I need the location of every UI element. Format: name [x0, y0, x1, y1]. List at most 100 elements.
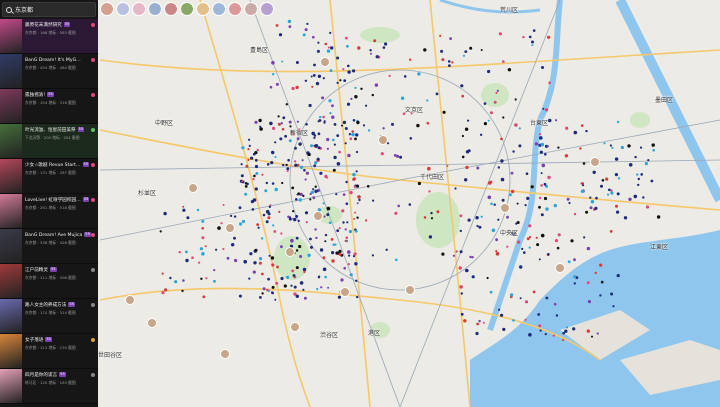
location-marker[interactable] — [201, 219, 205, 223]
location-marker[interactable] — [295, 61, 299, 64]
location-marker[interactable] — [506, 245, 509, 248]
scene-thumbnail-pin[interactable] — [340, 287, 350, 297]
location-marker[interactable] — [329, 31, 332, 34]
location-marker[interactable] — [568, 201, 571, 205]
location-marker[interactable] — [328, 221, 332, 225]
location-marker[interactable] — [272, 126, 276, 130]
location-marker[interactable] — [292, 210, 295, 213]
location-marker[interactable] — [417, 181, 421, 186]
location-marker[interactable] — [317, 132, 321, 136]
location-marker[interactable] — [293, 285, 297, 289]
location-marker[interactable] — [294, 146, 297, 150]
list-item[interactable]: BanG Dream! Ave Mujica 55 东京都 · 336 地标 · 4… — [0, 229, 98, 264]
location-marker[interactable] — [238, 206, 242, 210]
location-marker[interactable] — [428, 235, 433, 239]
location-marker[interactable] — [409, 58, 412, 61]
location-marker[interactable] — [580, 189, 585, 193]
location-marker[interactable] — [254, 187, 258, 191]
location-marker[interactable] — [245, 164, 249, 168]
anime-avatar[interactable] — [260, 2, 274, 16]
location-marker[interactable] — [299, 255, 303, 258]
location-marker[interactable] — [230, 214, 233, 217]
location-marker[interactable] — [314, 228, 317, 231]
location-marker[interactable] — [247, 158, 250, 161]
location-marker[interactable] — [565, 326, 569, 329]
location-marker[interactable] — [346, 44, 349, 48]
location-marker[interactable] — [204, 245, 207, 248]
location-marker[interactable] — [349, 273, 353, 277]
location-marker[interactable] — [447, 60, 451, 63]
location-marker[interactable] — [371, 254, 374, 257]
scene-thumbnail-pin[interactable] — [225, 223, 235, 233]
location-marker[interactable] — [286, 167, 290, 171]
location-marker[interactable] — [163, 211, 167, 216]
location-marker[interactable] — [553, 302, 557, 306]
location-marker[interactable] — [352, 172, 356, 177]
location-marker[interactable] — [366, 185, 370, 188]
location-marker[interactable] — [268, 254, 271, 257]
location-marker[interactable] — [182, 279, 185, 282]
location-marker[interactable] — [633, 194, 638, 199]
location-marker[interactable] — [478, 319, 481, 323]
location-marker[interactable] — [347, 250, 351, 254]
location-marker[interactable] — [523, 251, 526, 254]
location-marker[interactable] — [573, 130, 578, 135]
location-marker[interactable] — [464, 50, 468, 53]
location-marker[interactable] — [528, 35, 532, 39]
location-marker[interactable] — [555, 314, 559, 317]
location-marker[interactable] — [459, 250, 463, 254]
location-marker[interactable] — [326, 137, 330, 142]
anime-avatar[interactable] — [100, 2, 114, 16]
location-marker[interactable] — [348, 229, 352, 234]
location-marker[interactable] — [544, 153, 547, 156]
location-marker[interactable] — [342, 221, 345, 224]
location-marker[interactable] — [519, 297, 522, 300]
location-marker[interactable] — [521, 247, 524, 250]
location-marker[interactable] — [581, 182, 585, 185]
location-marker[interactable] — [534, 142, 539, 146]
location-marker[interactable] — [291, 86, 295, 91]
location-marker[interactable] — [388, 74, 391, 77]
location-marker[interactable] — [441, 58, 445, 62]
anime-avatar[interactable] — [148, 2, 162, 16]
location-marker[interactable] — [617, 177, 621, 180]
location-marker[interactable] — [346, 102, 351, 106]
location-marker[interactable] — [355, 279, 358, 282]
location-marker[interactable] — [458, 266, 462, 270]
location-marker[interactable] — [483, 122, 487, 126]
location-marker[interactable] — [169, 276, 172, 280]
location-marker[interactable] — [299, 281, 304, 285]
location-marker[interactable] — [260, 237, 264, 240]
list-item[interactable]: 叶光流溢、恒星前田美祭 55 下北沢等 · 200 地标 · 254 截图 — [0, 124, 98, 159]
location-marker[interactable] — [202, 295, 206, 299]
location-marker[interactable] — [164, 288, 168, 292]
scene-thumbnail-pin[interactable] — [555, 263, 565, 273]
location-marker[interactable] — [348, 133, 352, 136]
location-marker[interactable] — [528, 333, 532, 337]
location-marker[interactable] — [256, 223, 259, 227]
location-marker[interactable] — [312, 74, 316, 77]
location-marker[interactable] — [349, 190, 353, 195]
location-marker[interactable] — [347, 64, 350, 68]
location-marker[interactable] — [480, 215, 483, 218]
scene-thumbnail-pin[interactable] — [320, 57, 330, 67]
location-marker[interactable] — [349, 137, 353, 141]
location-marker[interactable] — [336, 81, 339, 84]
location-marker[interactable] — [614, 173, 619, 177]
location-marker[interactable] — [356, 120, 360, 125]
location-marker[interactable] — [323, 215, 326, 218]
location-marker[interactable] — [200, 277, 203, 280]
location-marker[interactable] — [451, 61, 454, 64]
location-marker[interactable] — [332, 138, 335, 142]
location-marker[interactable] — [399, 155, 403, 159]
location-marker[interactable] — [252, 178, 255, 181]
list-item[interactable]: 路人女主的养成方法 55 东京都 · 174 地标 · 314 截图 — [0, 299, 98, 334]
location-marker[interactable] — [540, 213, 544, 217]
location-marker[interactable] — [461, 155, 465, 159]
location-marker[interactable] — [467, 119, 470, 122]
location-marker[interactable] — [253, 261, 257, 265]
location-marker[interactable] — [532, 290, 536, 294]
location-marker[interactable] — [496, 89, 499, 92]
location-marker[interactable] — [262, 213, 266, 217]
list-item[interactable]: 藤原花未満然研究 55 东京都 · 166 地标 · 583 截图 — [0, 19, 98, 54]
